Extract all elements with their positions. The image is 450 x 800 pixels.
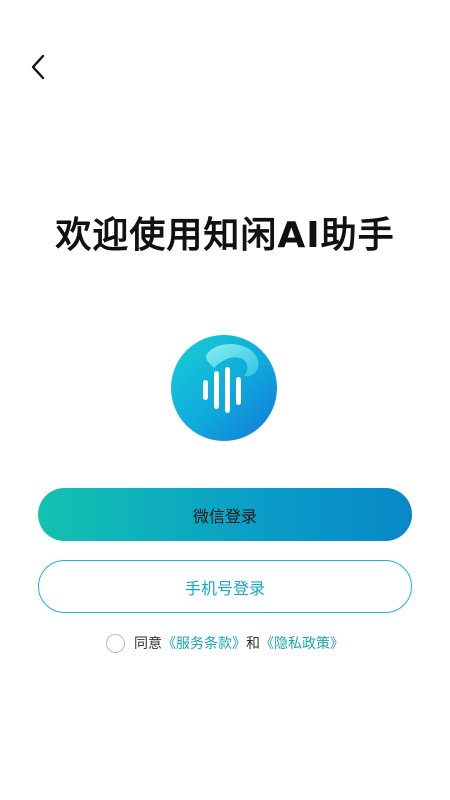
back-button[interactable]: [22, 50, 54, 84]
app-logo: [170, 334, 278, 442]
phone-login-button[interactable]: 手机号登录: [38, 560, 412, 613]
welcome-title: 欢迎使用知闲AI助手: [55, 215, 395, 256]
login-screen: 欢迎使用知闲AI助手 微信登录 手机号登录 同意 《服务条款》 和 《隐私政策》: [0, 0, 450, 800]
voice-wave-logo-icon: [171, 335, 277, 441]
privacy-link[interactable]: 《隐私政策》: [260, 633, 344, 653]
agreement-row: 同意 《服务条款》 和 《隐私政策》: [0, 633, 450, 653]
agreement-prefix: 同意: [134, 636, 162, 652]
wechat-login-label: 微信登录: [192, 506, 257, 526]
agree-checkbox[interactable]: [106, 633, 125, 653]
terms-link[interactable]: 《服务条款》: [162, 633, 246, 653]
wechat-login-button[interactable]: 微信登录: [38, 488, 412, 541]
agreement-conjunction: 和: [246, 636, 260, 652]
chevron-left-icon: [31, 54, 45, 80]
phone-login-label: 手机号登录: [184, 578, 265, 598]
